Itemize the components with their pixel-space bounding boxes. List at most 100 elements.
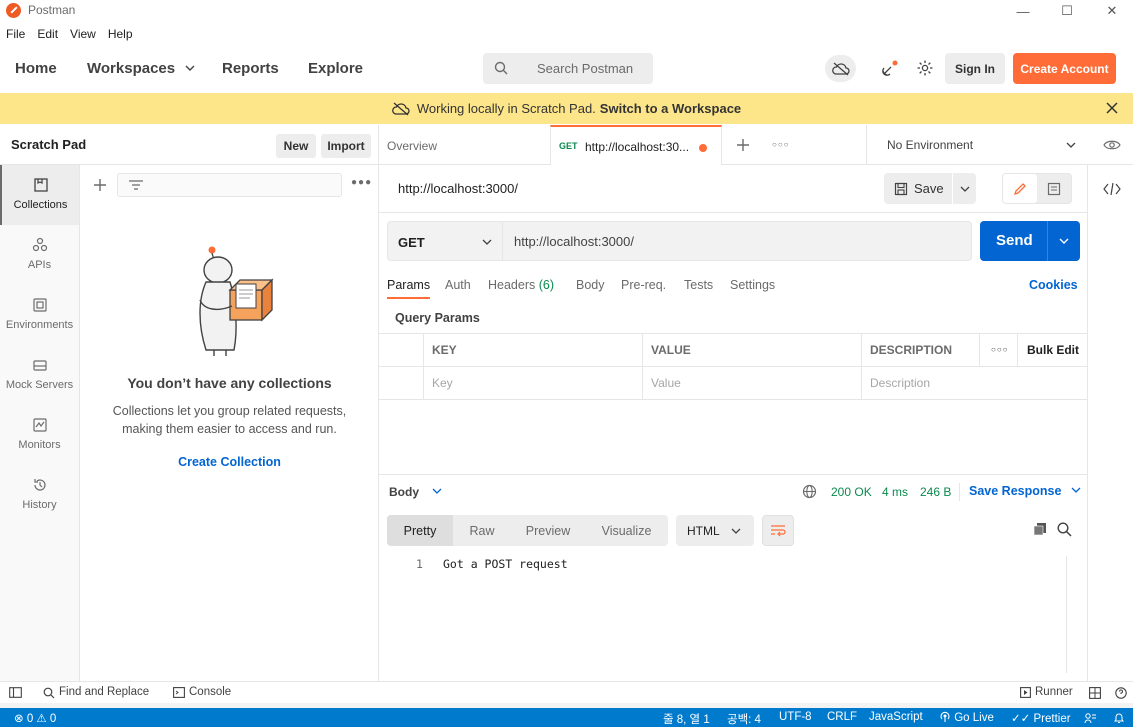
save-response-button[interactable]: Save Response	[969, 484, 1081, 498]
tab-more-options-icon[interactable]: ○○○	[772, 140, 790, 149]
console-button[interactable]: Console	[189, 686, 231, 698]
url-input[interactable]: http://localhost:3000/	[514, 234, 634, 249]
tab-params[interactable]: Params	[387, 278, 431, 299]
save-response-label: Save Response	[969, 484, 1062, 498]
sidebar-rail: Collections APIs Environments Mock Serve…	[0, 165, 80, 681]
sidebar-toggle-icon[interactable]	[9, 687, 22, 698]
workspace-title: Scratch Pad	[11, 137, 87, 152]
more-options-icon[interactable]: ●●●	[351, 177, 372, 188]
new-button[interactable]: New	[276, 134, 316, 158]
tab-pretty[interactable]: Pretty	[387, 515, 453, 546]
tab-auth[interactable]: Auth	[445, 278, 471, 292]
find-replace-button[interactable]: Find and Replace	[59, 686, 149, 698]
sidebar-item-monitors[interactable]: Monitors	[0, 405, 79, 465]
maximize-button[interactable]: ☐	[1044, 0, 1090, 22]
problems-indicator[interactable]: ⊗ 0 ⚠ 0	[14, 711, 56, 725]
value-input[interactable]: Value	[651, 376, 681, 390]
tab-raw[interactable]: Raw	[453, 515, 511, 546]
go-live-button[interactable]: Go Live	[939, 711, 994, 724]
tab-overview[interactable]: Overview	[387, 139, 437, 153]
response-status[interactable]: 200 OK	[831, 485, 872, 499]
tab-tests[interactable]: Tests	[684, 278, 713, 292]
sidebar-item-history[interactable]: History	[0, 465, 79, 525]
response-time[interactable]: 4 ms	[882, 485, 908, 499]
create-account-button[interactable]: Create Account	[1013, 53, 1116, 84]
format-select[interactable]: HTML	[676, 515, 754, 546]
tab-request[interactable]: GET http://localhost:30...	[550, 125, 722, 165]
search-icon	[494, 61, 508, 75]
response-size[interactable]: 246 B	[920, 485, 951, 499]
cookies-link[interactable]: Cookies	[1029, 278, 1078, 292]
method-select[interactable]: GET	[398, 235, 425, 250]
menu-view[interactable]: View	[64, 24, 102, 44]
close-window-button[interactable]: ✕	[1089, 0, 1133, 22]
view-mode-group	[1002, 173, 1072, 204]
comment-icon[interactable]	[1047, 182, 1061, 196]
sidebar-item-collections[interactable]: Collections	[0, 165, 79, 225]
edit-mode-button[interactable]	[1003, 174, 1037, 203]
save-button[interactable]: Save	[884, 173, 976, 204]
settings-button[interactable]	[913, 56, 937, 80]
menu-help[interactable]: Help	[102, 24, 139, 44]
tab-body[interactable]: Body	[576, 278, 605, 292]
filter-icon	[129, 180, 143, 190]
tab-headers[interactable]: Headers (6)	[488, 278, 554, 292]
response-scrollbar[interactable]	[1066, 556, 1080, 673]
chevron-down-icon[interactable]	[1059, 236, 1069, 246]
help-icon[interactable]	[1115, 687, 1127, 699]
history-icon	[33, 479, 46, 491]
prettier-button[interactable]: ✓✓ Prettier	[1011, 711, 1071, 725]
switch-workspace-link[interactable]: Switch to a Workspace	[600, 101, 741, 116]
description-input[interactable]: Description	[870, 376, 930, 390]
environment-select[interactable]: No Environment	[866, 125, 1088, 165]
minimize-button[interactable]: —	[1000, 0, 1046, 22]
satellite-button[interactable]	[878, 56, 902, 80]
line-ending[interactable]: CRLF	[827, 711, 857, 723]
code-icon[interactable]	[1103, 182, 1121, 196]
nav-explore[interactable]: Explore	[308, 60, 363, 77]
bulk-edit-button[interactable]: Bulk Edit	[1027, 343, 1079, 357]
feedback-icon[interactable]	[1084, 712, 1097, 724]
response-body-select[interactable]: Body	[389, 485, 442, 499]
tab-settings[interactable]: Settings	[730, 278, 775, 292]
new-tab-icon[interactable]	[736, 138, 750, 152]
encoding[interactable]: UTF-8	[779, 711, 812, 723]
sync-status-button[interactable]	[825, 55, 856, 82]
table-options-icon[interactable]: ○○○	[991, 345, 1009, 354]
nav-workspaces[interactable]: Workspaces	[87, 60, 195, 77]
create-collection-link[interactable]: Create Collection	[80, 455, 379, 469]
search-input[interactable]: Search Postman	[483, 53, 653, 84]
nav-reports[interactable]: Reports	[222, 60, 279, 77]
tab-preview[interactable]: Preview	[511, 515, 585, 546]
close-banner-icon[interactable]	[1105, 101, 1119, 115]
tab-visualize[interactable]: Visualize	[585, 515, 668, 546]
sidebar-item-apis[interactable]: APIs	[0, 225, 79, 285]
collection-filter-input[interactable]	[117, 173, 342, 197]
bell-icon[interactable]	[1113, 712, 1125, 724]
send-button[interactable]: Send	[980, 221, 1080, 261]
sidebar-item-mock-servers[interactable]: Mock Servers	[0, 345, 79, 405]
key-input[interactable]: Key	[432, 376, 453, 390]
search-icon[interactable]	[1057, 522, 1072, 537]
import-button[interactable]: Import	[321, 134, 371, 158]
copy-icon[interactable]	[1033, 522, 1047, 536]
chevron-down-icon[interactable]	[960, 184, 970, 194]
sign-in-button[interactable]: Sign In	[945, 53, 1005, 84]
wrap-lines-button[interactable]	[762, 515, 794, 546]
menu-edit[interactable]: Edit	[31, 24, 64, 44]
eye-icon[interactable]	[1103, 139, 1121, 151]
sidebar-item-environments[interactable]: Environments	[0, 285, 79, 345]
layout-icon[interactable]	[1089, 687, 1101, 699]
request-tab-bar: Overview GET http://localhost:30... ○○○ …	[379, 125, 1133, 165]
tab-pre-request[interactable]: Pre-req.	[621, 278, 666, 292]
language-mode[interactable]: JavaScript	[869, 711, 923, 723]
nav-home[interactable]: Home	[15, 60, 57, 77]
unsaved-dot-icon	[699, 144, 707, 152]
sidebar-item-label: History	[22, 499, 57, 511]
runner-button[interactable]: Runner	[1035, 686, 1073, 698]
menu-file[interactable]: File	[0, 24, 31, 44]
indentation[interactable]: 공백: 4	[727, 711, 761, 727]
cursor-position[interactable]: 줄 8, 열 1	[663, 711, 710, 727]
globe-icon[interactable]	[802, 484, 817, 499]
add-icon[interactable]	[93, 178, 107, 192]
